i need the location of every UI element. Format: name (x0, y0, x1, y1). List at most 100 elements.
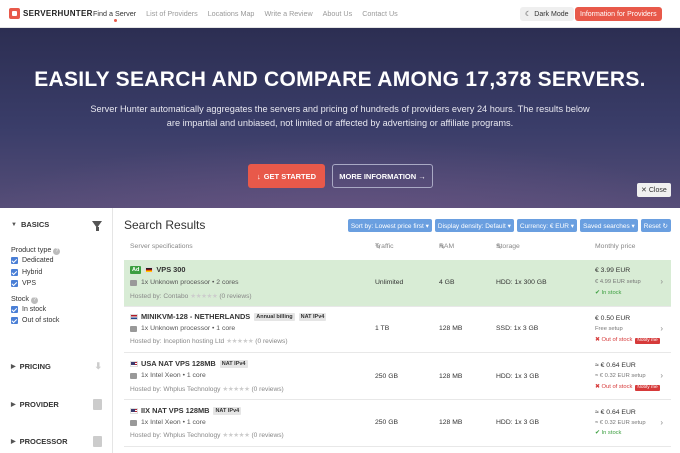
processor-text: 1x Intel Xeon • 1 core (141, 419, 206, 426)
chevron-right-icon[interactable]: › (660, 371, 663, 380)
x-icon: ✖ (595, 384, 600, 390)
stock-status: ✔ In stock (595, 430, 621, 436)
nav-about-us[interactable]: About Us (323, 9, 353, 18)
server-name[interactable]: USA NAT VPS 128MB NAT IPv4 (130, 359, 248, 368)
notify-me-button[interactable]: Notify me (635, 337, 660, 344)
close-banner-button[interactable]: ✕ Close (637, 183, 671, 197)
server-name-text: MINIKVM-128 - NETHERLANDS (141, 312, 251, 321)
reviews-link[interactable]: (0 reviews) (251, 432, 283, 439)
setup-fee: € 4.99 EUR setup (595, 279, 641, 285)
chevron-right-icon[interactable]: › (660, 418, 663, 427)
storage-value: SSD: 1x 3 GB (496, 325, 539, 332)
checkbox-hybrid[interactable]: Hybrid (11, 267, 112, 279)
stock-status: ✔ In stock (595, 290, 621, 296)
star-rating: ★★★★★ (222, 432, 250, 439)
filter-icon[interactable] (92, 221, 102, 231)
get-started-button[interactable]: ↓ GET STARTED (248, 164, 325, 188)
setup-fee: ≈ € 0.32 EUR setup (595, 373, 646, 379)
host-link[interactable]: Hosted by: Inception hosting Ltd (130, 338, 224, 345)
stock-text: In stock (601, 430, 622, 436)
edit-icon: ✎ (439, 244, 445, 251)
close-icon: ✕ (641, 187, 647, 194)
host-link[interactable]: Hosted by: Whplus Technology (130, 386, 220, 393)
reviews-link[interactable]: (0 reviews) (255, 338, 287, 345)
chevron-down-icon: ▼ (11, 221, 17, 228)
provider-section-header[interactable]: ▶ PROVIDER (11, 399, 112, 410)
close-label: Close (648, 186, 667, 194)
reviews-link[interactable]: (0 reviews) (219, 293, 251, 300)
price-value: ≈ € 0.64 EUR (595, 409, 636, 416)
display-density-dropdown[interactable]: Display density: Default ▾ (434, 219, 514, 232)
notify-me-button[interactable]: Notify me (635, 384, 660, 391)
processor-text: 1x Unknown processor • 1 core (141, 325, 236, 332)
nav-contact-us[interactable]: Contact Us (362, 9, 398, 18)
logo[interactable]: SERVERHUNTER (9, 8, 93, 19)
hero-description: Server Hunter automatically aggregates t… (90, 104, 590, 128)
checkbox-dedicated[interactable]: Dedicated (11, 255, 112, 267)
server-name[interactable]: IIX NAT VPS 128MB NAT IPv4 (130, 406, 242, 415)
checkbox-vps[interactable]: VPS (11, 278, 112, 290)
table-row[interactable]: Ad VPS 300 1x Unknown processor • 2 core… (124, 260, 671, 307)
nav-locations-map[interactable]: Locations Map (208, 9, 255, 18)
host-link[interactable]: Hosted by: Whplus Technology (130, 432, 220, 439)
saved-searches-dropdown[interactable]: Saved searches ▾ (580, 219, 638, 232)
checkbox-out-of-stock[interactable]: Out of stock (11, 315, 112, 327)
storage-value: HDD: 1x 3 GB (496, 373, 540, 380)
download-arrow-icon: ↓ (256, 171, 261, 181)
providers-info-button[interactable]: Information for Providers (575, 7, 662, 21)
nav-list-providers[interactable]: List of Providers (146, 9, 198, 18)
hero-banner: EASILY SEARCH AND COMPARE AMONG 17,378 S… (0, 28, 680, 208)
ram-value: 4 GB (439, 279, 455, 286)
table-row[interactable]: MINIKVM-128 - NETHERLANDS Annual billing… (124, 307, 671, 353)
building-icon (93, 399, 102, 410)
dark-mode-button[interactable]: ☾ Dark Mode (520, 7, 574, 21)
server-name-text: VPS 300 (156, 265, 186, 274)
get-started-label: GET STARTED (263, 171, 317, 181)
help-icon[interactable]: ? (30, 296, 38, 304)
price-value: € 3.99 EUR (595, 267, 631, 274)
sort-dropdown[interactable]: Sort by: Lowest price first ▾ (347, 219, 432, 232)
server-name[interactable]: Ad VPS 300 (130, 265, 186, 274)
traffic-value: 1 TB (375, 325, 390, 332)
top-nav: SERVERHUNTER Find a Server List of Provi… (0, 0, 680, 28)
traffic-value: 250 GB (375, 419, 399, 426)
check-icon: ✔ (595, 290, 600, 296)
usa-flag-icon (130, 407, 138, 414)
table-row[interactable]: USA NAT VPS 128MB NAT IPv4 1x Intel Xeon… (124, 353, 671, 400)
header-specs[interactable]: Server specifications (130, 243, 193, 250)
x-icon: ✖ (595, 337, 600, 343)
stock-text: Out of stock (601, 384, 633, 390)
pricing-section-header[interactable]: ▶ PRICING ⬇ (11, 361, 112, 372)
cpu-icon (130, 419, 137, 426)
host-link[interactable]: Hosted by: Contabo (130, 293, 188, 300)
price-value: ≈ € 0.64 EUR (595, 362, 636, 369)
chevron-right-icon[interactable]: › (660, 277, 663, 286)
stock-group: Stock? (11, 294, 112, 304)
nat-ipv4-badge: NAT IPv4 (213, 406, 242, 415)
basics-section-header[interactable]: ▼ BASICS (11, 220, 112, 231)
filter-sidebar: ▼ BASICS Product type? Dedicated Hybrid V… (0, 208, 113, 453)
host-info: Hosted by: Whplus Technology ★★★★★ (0 revi… (130, 431, 284, 439)
checkbox-checked-icon (11, 280, 18, 288)
chip-icon (93, 436, 102, 447)
currency-dropdown[interactable]: Currency: € EUR ▾ (516, 219, 578, 232)
processor-section-header[interactable]: ▶ PROCESSOR (11, 436, 112, 447)
reset-button[interactable]: Reset ↻ (640, 219, 671, 232)
reviews-link[interactable]: (0 reviews) (251, 386, 283, 393)
stock-status: ✖ Out of stock Notify me (595, 337, 660, 344)
moon-icon: ☾ (525, 11, 532, 18)
table-row[interactable]: IIX NAT VPS 128MB NAT IPv4 1x Intel Xeon… (124, 400, 671, 447)
header-price[interactable]: Monthly price (595, 243, 635, 250)
chevron-right-icon[interactable]: › (660, 324, 663, 333)
logo-text: SERVERHUNTER (23, 9, 93, 18)
checkbox-in-stock[interactable]: In stock (11, 304, 112, 316)
more-information-button[interactable]: MORE INFORMATION → (332, 164, 433, 188)
checkbox-checked-icon (11, 317, 18, 325)
annual-billing-badge: Annual billing (254, 312, 295, 321)
server-name[interactable]: MINIKVM-128 - NETHERLANDS Annual billing… (130, 312, 327, 321)
help-icon[interactable]: ? (53, 248, 61, 255)
nav-write-review[interactable]: Write a Review (264, 9, 312, 18)
ad-badge: Ad (130, 265, 142, 274)
nat-ipv4-badge: NAT IPv4 (298, 312, 327, 321)
nav-find-server[interactable]: Find a Server (93, 9, 136, 22)
